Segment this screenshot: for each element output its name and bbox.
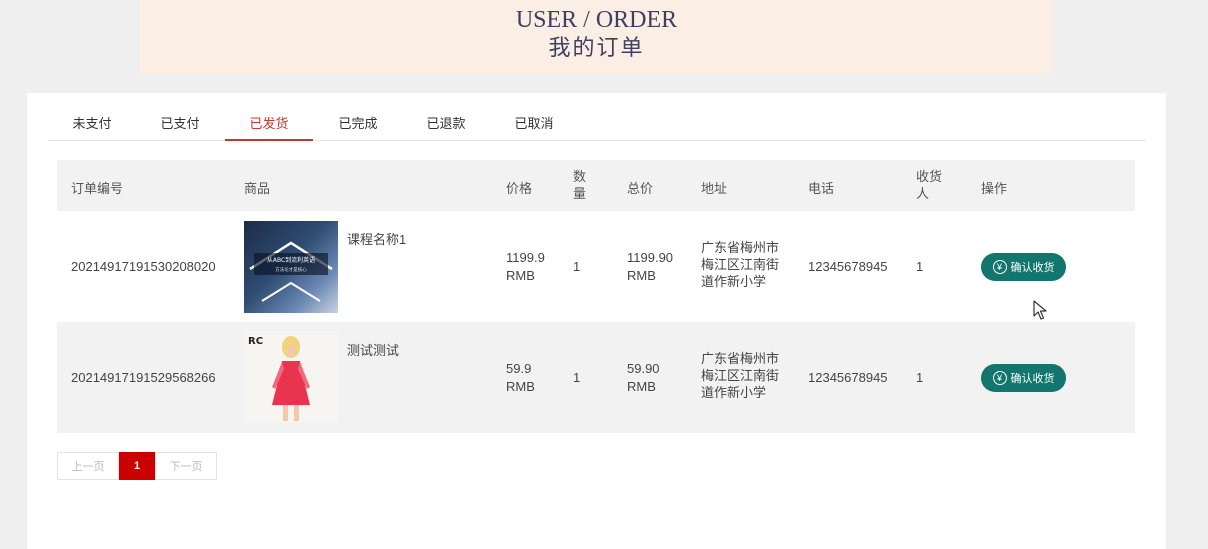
thumb-brand: RC (248, 336, 263, 347)
price-currency: RMB (506, 379, 535, 394)
header-phone: 电话 (808, 181, 835, 196)
confirm-receipt-label: 确认收货 (1010, 262, 1055, 274)
price: 59.9 RMB (506, 360, 535, 396)
address-line1: 广东省梅州市 (701, 351, 780, 366)
prev-page-button[interactable]: 上一页 (57, 452, 119, 480)
total-currency: RMB (627, 379, 656, 394)
phone: 12345678945 (808, 370, 888, 385)
header-qty-line2: 量 (573, 186, 587, 201)
page-1-button[interactable]: 1 (119, 452, 155, 480)
price-currency: RMB (506, 268, 535, 283)
order-number: 20214917191530208020 (71, 259, 216, 274)
product-name[interactable]: 课程名称1 (347, 229, 406, 248)
table-header: 订单编号 商品 价格 数 量 总价 地址 电话 收货 人 操作 (57, 160, 1135, 211)
price-value: 59.9 (506, 361, 532, 376)
address-line3: 道作新小学 (701, 274, 767, 289)
tab-completed[interactable]: 已完成 (338, 113, 378, 141)
price-value: 1199.9 (506, 250, 545, 265)
header-total: 总价 (627, 181, 654, 196)
pagination: 上一页 1 下一页 (57, 452, 217, 480)
thumb-subtitle: 方法论才是核心 (275, 266, 307, 273)
banner-title-en: USER / ORDER (515, 7, 678, 33)
confirm-receipt-label: 确认收货 (1010, 373, 1055, 385)
total-price: 1199.90 RMB (627, 249, 673, 285)
page-banner: USER / ORDER 我的订单 (140, 0, 1053, 74)
next-page-button[interactable]: 下一页 (155, 452, 217, 480)
product-image[interactable]: RC (244, 331, 338, 423)
yen-icon: ¥ (992, 260, 1007, 274)
header-receiver: 收货 人 (916, 168, 942, 202)
tab-shipped[interactable]: 已发货 (225, 113, 313, 141)
tab-refunded[interactable]: 已退款 (426, 113, 466, 141)
total-value: 1199.90 (627, 250, 674, 265)
header-product: 商品 (244, 181, 271, 196)
price: 1199.9 RMB (506, 249, 545, 285)
header-qty-line1: 数 (573, 169, 587, 184)
confirm-receipt-button[interactable]: ¥ 确认收货 (981, 253, 1066, 281)
yen-icon: ¥ (992, 371, 1007, 385)
table-row: 20214917191529568266 RC 测试测试 59.9 RMB 1 (57, 322, 1135, 433)
phone: 12345678945 (808, 259, 888, 274)
header-address: 地址 (701, 181, 728, 196)
tab-cancelled[interactable]: 已取消 (514, 113, 554, 141)
address-line3: 道作新小学 (701, 385, 767, 400)
receiver: 1 (916, 370, 924, 385)
order-status-tabs: 未支付 已支付 已发货 已完成 已退款 已取消 (48, 93, 1146, 141)
address-line2: 梅江区江南街 (701, 257, 780, 272)
orders-table: 订单编号 商品 价格 数 量 总价 地址 电话 收货 人 操作 20214917… (57, 160, 1135, 433)
address: 广东省梅州市 梅江区江南街 道作新小学 (701, 239, 779, 290)
tab-unpaid[interactable]: 未支付 (72, 113, 112, 141)
header-receiver-line2: 人 (916, 186, 930, 201)
header-price: 价格 (506, 181, 533, 196)
header-action: 操作 (981, 181, 1008, 196)
order-number: 20214917191529568266 (71, 370, 216, 385)
product-name[interactable]: 测试测试 (347, 340, 399, 359)
product-image[interactable]: 从ABC到流利英语 方法论才是核心 (244, 221, 338, 313)
receiver: 1 (916, 259, 924, 274)
tab-paid[interactable]: 已支付 (160, 113, 200, 141)
total-price: 59.90 RMB (627, 360, 660, 396)
quantity: 1 (573, 259, 581, 274)
banner-title-cn: 我的订单 (548, 36, 645, 61)
course-cover-graphic: 从ABC到流利英语 方法论才是核心 (249, 241, 333, 302)
address-line1: 广东省梅州市 (701, 240, 780, 255)
header-order-no: 订单编号 (71, 181, 124, 196)
table-row: 20214917191530208020 从ABC到流利英语 方法论才是核心 课… (57, 211, 1135, 322)
dress-photo-graphic: RC (248, 336, 310, 421)
header-qty: 数 量 (573, 168, 586, 202)
total-value: 59.90 (627, 361, 660, 376)
address: 广东省梅州市 梅江区江南街 道作新小学 (701, 350, 779, 401)
header-receiver-line1: 收货 (916, 169, 943, 184)
total-currency: RMB (627, 268, 656, 283)
orders-panel: 未支付 已支付 已发货 已完成 已退款 已取消 订单编号 商品 价格 数 量 总… (27, 93, 1166, 549)
quantity: 1 (573, 370, 581, 385)
mouse-pointer-icon (1033, 300, 1047, 320)
address-line2: 梅江区江南街 (701, 368, 780, 383)
thumb-title: 从ABC到流利英语 (267, 256, 315, 264)
confirm-receipt-button[interactable]: ¥ 确认收货 (981, 364, 1066, 392)
